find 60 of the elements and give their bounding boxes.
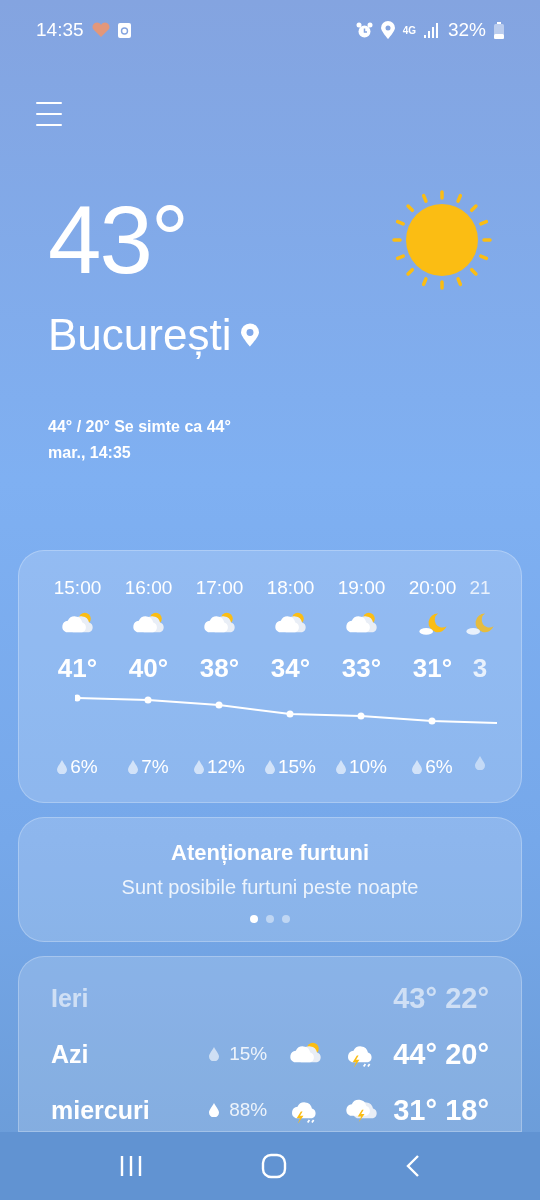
precipitation-chance: 6% — [70, 756, 98, 778]
recent-apps-icon — [119, 1155, 143, 1177]
storm-cloud-icon — [345, 1097, 380, 1123]
precipitation-chance: 15% — [278, 756, 316, 778]
high-low-temperature: 31° 18° — [393, 1093, 489, 1127]
hour-temperature: 3 — [472, 653, 488, 684]
raindrop-icon — [336, 760, 346, 774]
hour-label: 16:00 — [124, 577, 173, 599]
precipitation-chance: 88% — [229, 1099, 268, 1121]
precipitation-chance: 10% — [349, 756, 387, 778]
date-time: mar., 14:35 — [48, 444, 132, 462]
alarm-icon — [355, 21, 373, 39]
hour-temperature: 33° — [341, 653, 382, 684]
network-type: 4G — [402, 24, 416, 36]
temperature-summary: 44° / 20° Se simte ca 44° — [48, 418, 232, 436]
hour-temperature: 31° — [412, 653, 453, 684]
day-label: miercuri — [51, 1095, 150, 1125]
hour-temperature: 40° — [128, 653, 169, 684]
raindrop-icon — [57, 760, 68, 774]
hour-label: 21 — [469, 577, 491, 599]
hour-temperature: 41° — [57, 653, 98, 684]
raindrop-icon — [128, 760, 139, 774]
high-low-temperature: 44° 20° — [393, 1037, 489, 1071]
hour-temperature: 38° — [199, 653, 240, 684]
raindrop-icon — [209, 1103, 220, 1117]
raindrop-icon — [209, 1047, 220, 1061]
hour-label: 17:00 — [195, 577, 244, 599]
location-icon — [380, 21, 395, 39]
day-label: Azi — [51, 1039, 89, 1069]
precipitation-chance: 6% — [425, 756, 453, 778]
menu-button[interactable] — [36, 102, 62, 126]
status-time: 14:35 — [36, 19, 84, 41]
current-temperature: 43° — [48, 190, 189, 290]
high-low-temperature: 43° 22° — [393, 981, 489, 1015]
hour-label: 18:00 — [266, 577, 315, 599]
day-label: Ieri — [51, 983, 89, 1013]
precipitation-chance: 7% — [141, 756, 169, 778]
alert-message: Sunt posibile furtuni peste noapte — [121, 876, 419, 899]
battery-percentage: 32% — [447, 19, 486, 41]
location-pin-icon — [241, 323, 260, 347]
raindrop-icon — [265, 760, 275, 774]
alert-title: Atenționare furtuni — [171, 840, 369, 866]
precipitation-chance: 12% — [207, 756, 245, 778]
back-icon — [405, 1154, 421, 1178]
signal-icon — [423, 22, 440, 38]
calendar-icon — [117, 22, 131, 38]
sun-icon — [392, 190, 492, 290]
hour-temperature: 34° — [270, 653, 311, 684]
hour-label: 20:00 — [408, 577, 457, 599]
heart-icon — [91, 22, 110, 38]
city-name: București — [48, 310, 232, 360]
precipitation-chance: 15% — [229, 1043, 268, 1065]
raindrop-icon — [412, 760, 423, 774]
hour-label: 19:00 — [337, 577, 386, 599]
battery-icon — [494, 21, 504, 39]
raindrop-icon — [475, 756, 485, 770]
storm-alert-card[interactable]: Atenționare furtuni Sunt posibile furtuni peste noapte — [18, 817, 522, 942]
home-icon — [261, 1153, 287, 1179]
raindrop-icon — [194, 760, 204, 774]
hour-label: 15:00 — [53, 577, 102, 599]
